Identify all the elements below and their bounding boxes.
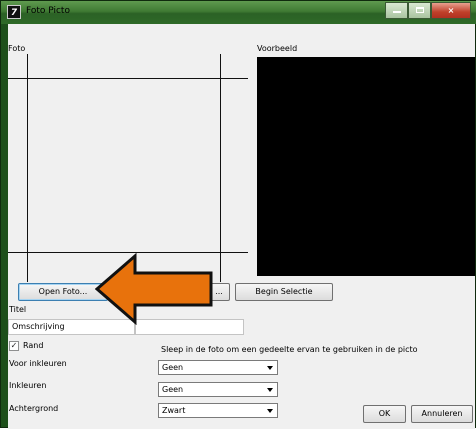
rand-checkbox[interactable]: ✓ <box>9 341 19 351</box>
inkleuren-value: Geen <box>162 385 184 394</box>
crop-line-right[interactable] <box>220 54 221 282</box>
chevron-down-icon <box>267 409 273 413</box>
pointer-arrow-icon <box>95 253 213 325</box>
photo-canvas[interactable] <box>8 54 248 282</box>
achtergrond-value: Zwart <box>162 406 186 415</box>
ok-button[interactable]: OK <box>363 405 406 423</box>
maximize-icon <box>415 7 424 13</box>
achtergrond-select[interactable]: Zwart <box>158 403 278 418</box>
window-controls: × <box>385 2 471 19</box>
crop-line-left[interactable] <box>27 54 28 282</box>
voor-inkleuren-select[interactable]: Geen <box>158 360 278 375</box>
hint-text: Sleep in de foto om een gedeelte ervan t… <box>161 345 418 354</box>
close-button[interactable]: × <box>431 2 471 19</box>
rand-label: Rand <box>23 341 44 350</box>
title-bar[interactable]: 7 Foto Picto × <box>1 1 476 24</box>
preview-panel <box>257 57 475 276</box>
foto-label: Foto <box>8 44 26 53</box>
app-icon: 7 <box>7 5 21 19</box>
inkleuren-select[interactable]: Geen <box>158 382 278 397</box>
crop-line-top[interactable] <box>8 78 248 79</box>
voor-inkleuren-label: Voor inkleuren <box>9 359 67 368</box>
dialog-client-area: Foto Voorbeeld Open Foto... ... Begin Se… <box>8 24 475 429</box>
voorbeeld-label: Voorbeeld <box>257 44 298 53</box>
app-window: 7 Foto Picto × Foto Voorbeeld Open Foto.… <box>0 0 476 429</box>
annuleren-button[interactable]: Annuleren <box>411 405 473 423</box>
titel-label: Titel <box>9 305 27 314</box>
minimize-icon <box>392 11 401 13</box>
window-title: Foto Picto <box>26 6 70 16</box>
achtergrond-label: Achtergrond <box>9 404 59 413</box>
chevron-down-icon <box>267 366 273 370</box>
inkleuren-label: Inkleuren <box>9 381 47 390</box>
minimize-button[interactable] <box>385 2 408 19</box>
chevron-down-icon <box>267 388 273 392</box>
voor-inkleuren-value: Geen <box>162 363 184 372</box>
maximize-button[interactable] <box>408 2 431 19</box>
begin-selectie-button[interactable]: Begin Selectie <box>235 283 333 301</box>
